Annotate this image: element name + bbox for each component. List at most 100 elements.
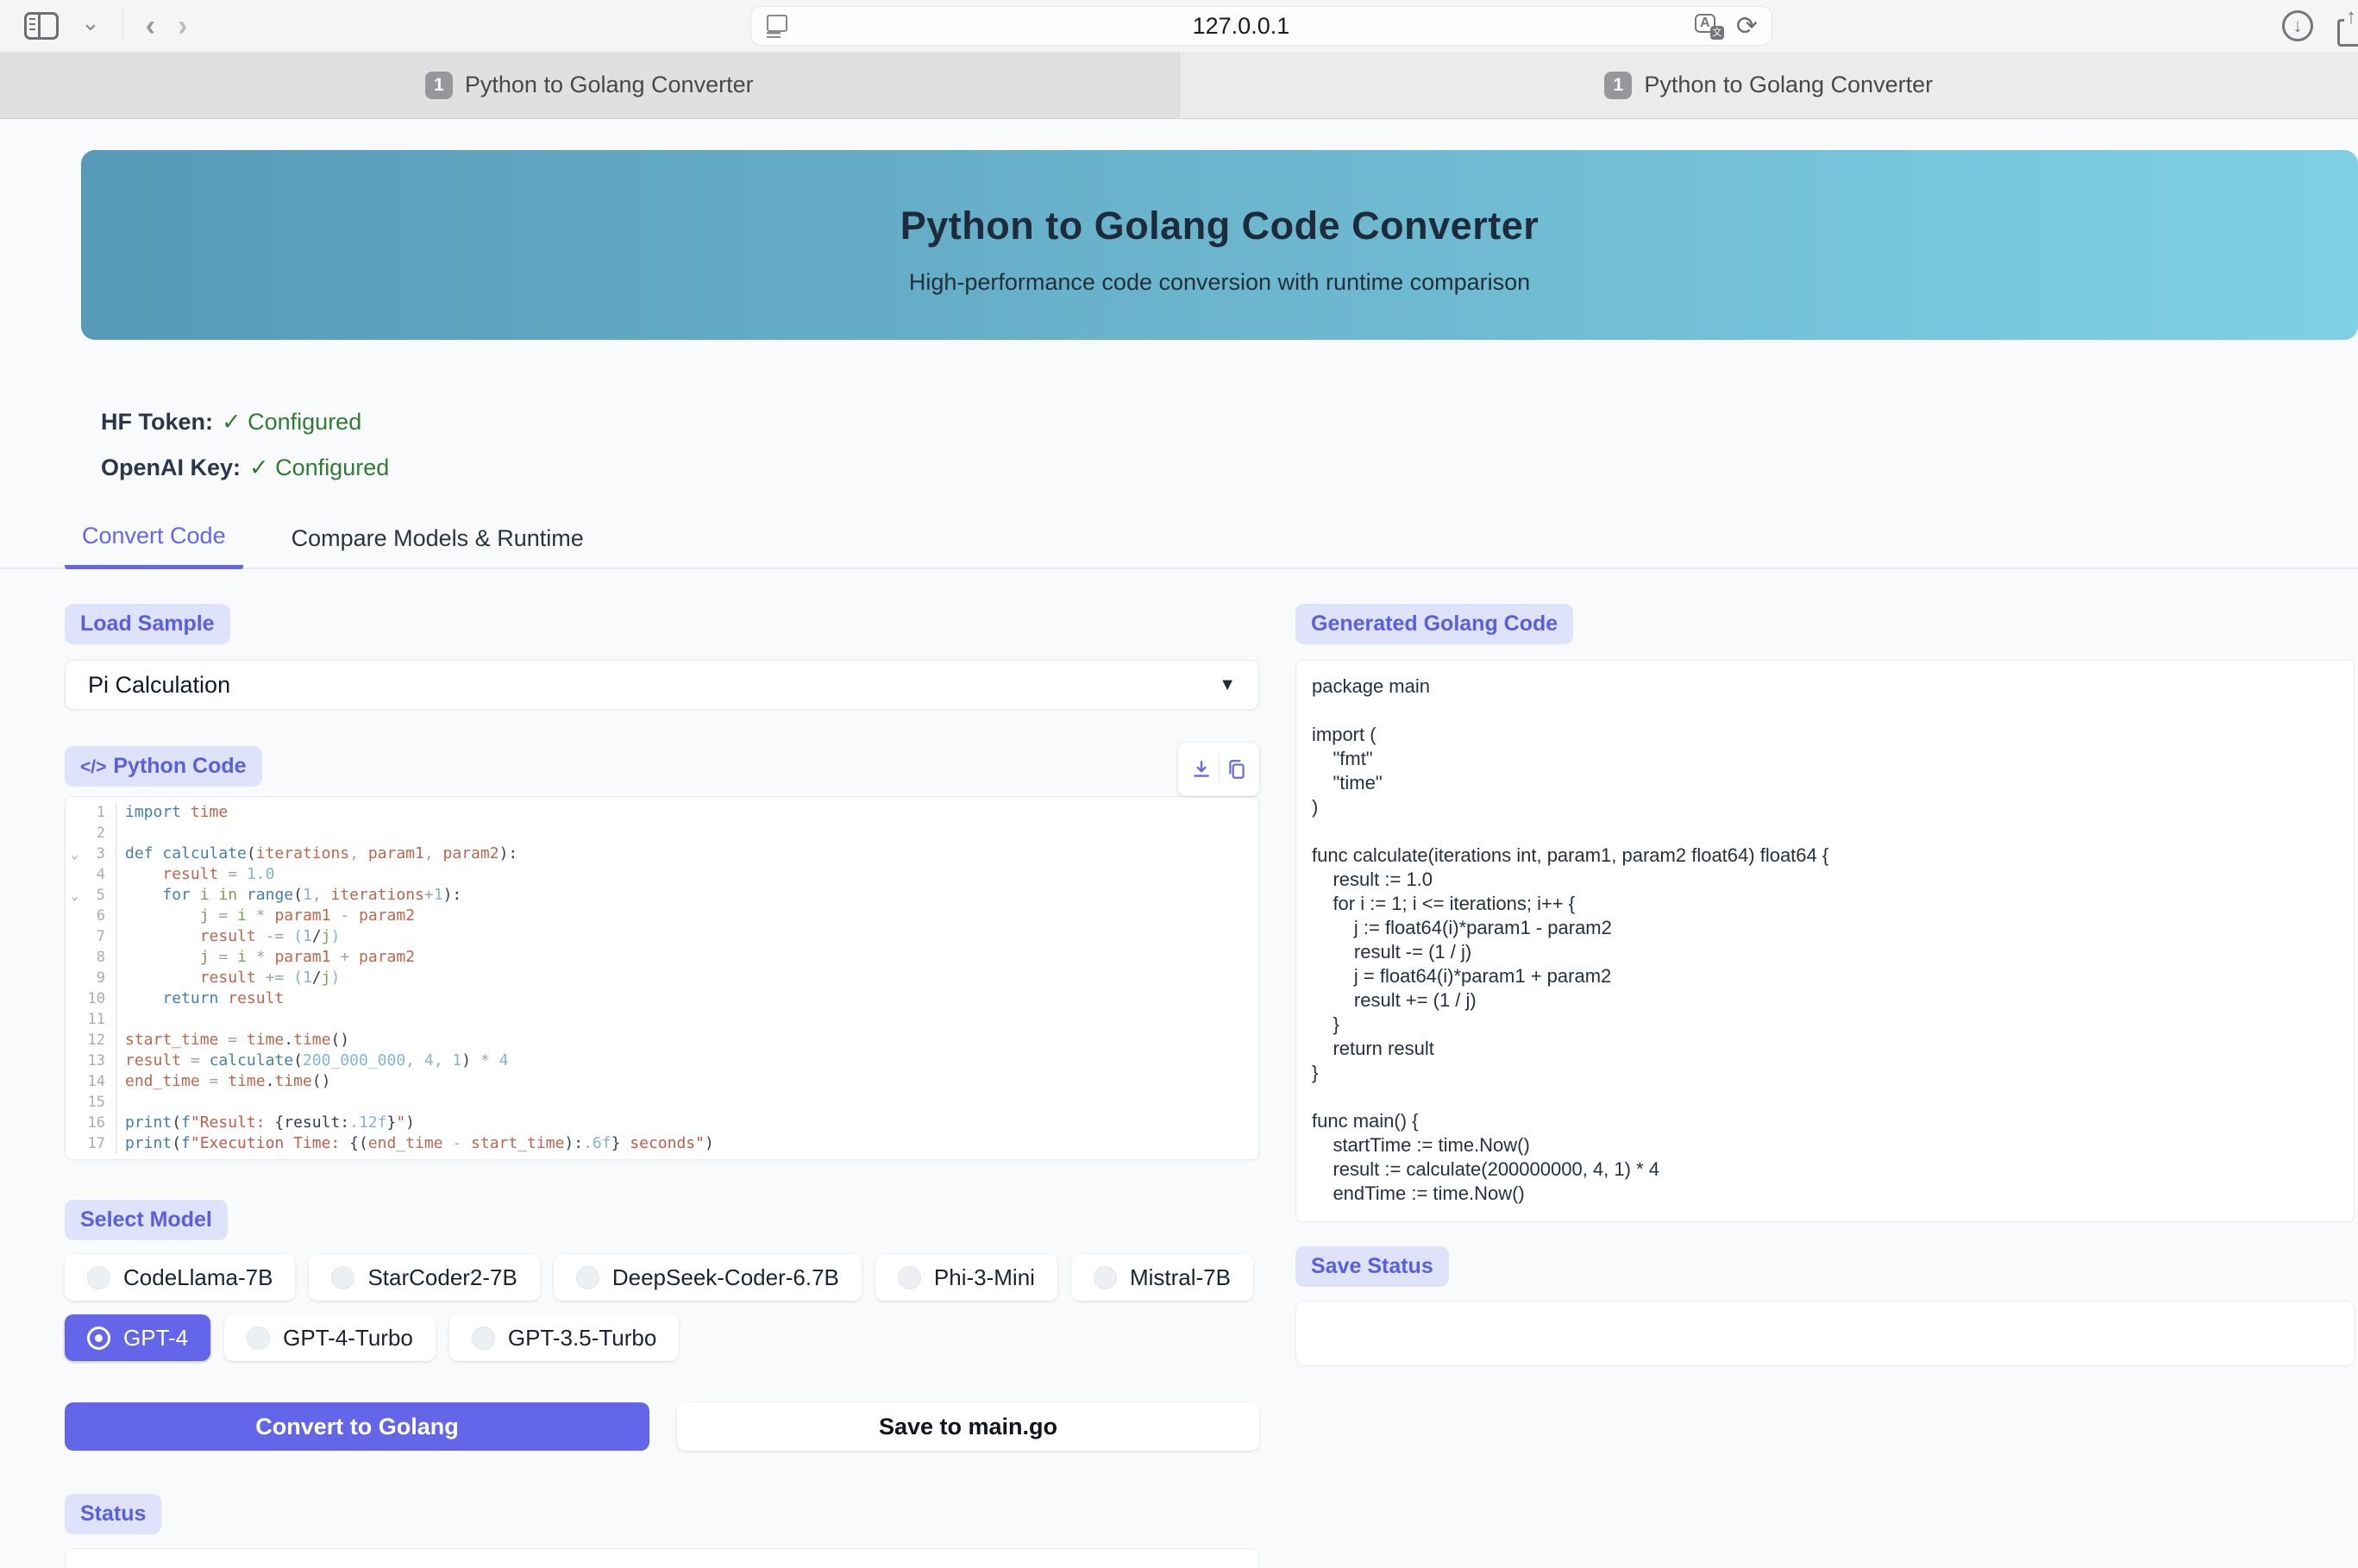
go-code-line: endTime := time.Now() [1312, 1182, 2354, 1206]
code-line[interactable]: 8 j = i * param1 + param2 [66, 947, 1258, 968]
go-code-line: "time" [1312, 771, 2354, 795]
model-option-deepseek-coder-6-7b[interactable]: DeepSeek-Coder-6.7B [554, 1254, 862, 1301]
code-text: end_time = time.time() [117, 1071, 330, 1092]
code-text: print(f"Execution Time: {(end_time - sta… [117, 1133, 714, 1154]
line-number: 10 [66, 988, 117, 1009]
sidebar-toggle-icon[interactable] [24, 12, 59, 40]
model-label: DeepSeek-Coder-6.7B [612, 1264, 839, 1291]
radio-icon [898, 1266, 921, 1289]
code-line[interactable]: 2 [66, 823, 1258, 844]
code-line[interactable]: 12start_time = time.time() [66, 1030, 1258, 1051]
generated-golang-badge: Generated Golang Code [1295, 604, 1573, 644]
url-text[interactable]: 127.0.0.1 [787, 13, 1695, 40]
code-text: result = calculate(200_000_000, 4, 1) * … [117, 1051, 508, 1071]
code-text: def calculate(iterations, param1, param2… [117, 844, 517, 864]
go-code-line: j := float64(i)*param1 - param2 [1312, 916, 2354, 940]
go-code-line: package main [1312, 674, 2354, 699]
code-line[interactable]: 1import time [66, 802, 1258, 823]
reader-view-icon[interactable] [765, 13, 787, 39]
code-line[interactable]: 10 return result [66, 988, 1258, 1009]
code-line[interactable]: 17print(f"Execution Time: {(end_time - s… [66, 1133, 1258, 1154]
tab-convert-code[interactable]: Convert Code [65, 523, 243, 569]
model-option-gpt-4[interactable]: GPT-4 [65, 1314, 210, 1361]
line-number: 12 [66, 1030, 117, 1051]
go-code-line: for i := 1; i <= iterations; i++ { [1312, 892, 2354, 916]
model-option-gpt-3-5-turbo[interactable]: GPT-3.5-Turbo [449, 1314, 679, 1361]
model-option-phi-3-mini[interactable]: Phi-3-Mini [875, 1254, 1057, 1301]
app-header-banner: Python to Golang Code Converter High-per… [81, 150, 2358, 340]
code-line[interactable]: 11 [66, 1009, 1258, 1030]
fold-chevron-icon[interactable]: ⌄ [71, 844, 78, 864]
sample-select[interactable]: Pi Calculation ▼ [65, 660, 1259, 710]
code-line[interactable]: 15 [66, 1092, 1258, 1113]
code-line[interactable]: 14end_time = time.time() [66, 1071, 1258, 1092]
model-options: CodeLlama-7B StarCoder2-7B DeepSeek-Coder-… [65, 1254, 1259, 1361]
python-code-badge: </>Python Code [65, 746, 262, 787]
code-text: return result [117, 988, 284, 1009]
code-line[interactable]: 4 result = 1.0 [66, 864, 1258, 885]
browser-tab[interactable]: 1Python to Golang Converter [1180, 52, 2358, 118]
go-code-line: } [1312, 1013, 2354, 1037]
chevron-down-icon[interactable]: ⌄ [81, 11, 100, 34]
code-line[interactable]: 9 result += (1/j) [66, 968, 1258, 988]
forward-button[interactable]: › [178, 11, 187, 41]
model-label: CodeLlama-7B [123, 1264, 273, 1291]
go-code-line: result -= (1 / j) [1312, 940, 2354, 964]
code-line[interactable]: 16print(f"Result: {result:.12f}") [66, 1113, 1258, 1133]
code-line[interactable]: 7 result -= (1/j) [66, 926, 1258, 947]
tab-count-badge: 1 [425, 72, 453, 99]
go-code-line: startTime := time.Now() [1312, 1133, 2354, 1157]
go-code-line: func main() { [1312, 1109, 2354, 1133]
model-label: GPT-4-Turbo [283, 1325, 413, 1352]
python-code-editor[interactable]: 1import time2⌄3def calculate(iterations,… [65, 796, 1259, 1160]
go-code-line: "fmt" [1312, 747, 2354, 771]
code-text: result -= (1/j) [117, 926, 340, 947]
radio-icon [1094, 1266, 1117, 1289]
convert-button[interactable]: Convert to Golang [65, 1402, 649, 1451]
model-option-codellama-7b[interactable]: CodeLlama-7B [65, 1254, 295, 1301]
code-line[interactable]: 13result = calculate(200_000_000, 4, 1) … [66, 1051, 1258, 1071]
model-option-mistral-7b[interactable]: Mistral-7B [1071, 1254, 1253, 1301]
api-key-status-block: HF Token:✓ ConfiguredOpenAI Key:✓ Config… [101, 409, 2358, 481]
line-number: ⌄3 [66, 844, 117, 864]
go-code-line: result := calculate(200000000, 4, 1) * 4 [1312, 1157, 2354, 1182]
code-text: j = i * param1 + param2 [117, 947, 415, 968]
model-label: GPT-4 [123, 1325, 188, 1352]
key-label: HF Token: [101, 409, 213, 435]
code-line[interactable]: ⌄3def calculate(iterations, param1, para… [66, 844, 1258, 864]
browser-tab[interactable]: 1Python to Golang Converter [0, 52, 1180, 118]
go-code-line: import ( [1312, 723, 2354, 747]
page-subtitle: High-performance code conversion with ru… [81, 269, 2358, 296]
save-button[interactable]: Save to main.go [677, 1402, 1259, 1451]
code-text: result = 1.0 [117, 864, 274, 885]
tab-count-badge: 1 [1604, 72, 1632, 99]
model-option-starcoder2-7b[interactable]: StarCoder2-7B [309, 1254, 539, 1301]
line-number: 8 [66, 947, 117, 968]
download-code-button[interactable] [1184, 752, 1219, 787]
status-message-box: ✓ Converted with GPT-4 (OpenAI) [65, 1548, 1259, 1568]
golang-code-output[interactable]: package mainimport ( "fmt" "time")func c… [1295, 660, 2355, 1222]
reload-icon[interactable]: ⟳ [1736, 11, 1758, 41]
save-status-badge: Save Status [1295, 1246, 1449, 1287]
line-number: 4 [66, 864, 117, 885]
line-number: ⌄5 [66, 885, 117, 906]
code-line[interactable]: ⌄5 for i in range(1, iterations+1): [66, 885, 1258, 906]
tab-compare-models-runtime[interactable]: Compare Models & Runtime [274, 525, 601, 568]
translate-icon[interactable]: A文 [1695, 12, 1724, 40]
line-number: 17 [66, 1133, 117, 1154]
share-icon[interactable] [2337, 9, 2358, 43]
address-bar[interactable]: 127.0.0.1 A文 ⟳ [750, 6, 1772, 46]
model-option-gpt-4-turbo[interactable]: GPT-4-Turbo [224, 1314, 436, 1361]
status-badge: Status [65, 1494, 161, 1534]
back-button[interactable]: ‹ [146, 11, 155, 41]
code-line[interactable]: 6 j = i * param1 - param2 [66, 906, 1258, 926]
key-status: ✓ Configured [222, 409, 361, 435]
radio-icon [87, 1327, 110, 1350]
radio-icon [472, 1327, 495, 1350]
fold-chevron-icon[interactable]: ⌄ [71, 885, 78, 906]
copy-code-button[interactable] [1220, 752, 1254, 787]
go-code-line [1312, 1085, 2354, 1109]
downloads-icon[interactable]: ↓ [2282, 10, 2313, 41]
code-text: start_time = time.time() [117, 1030, 349, 1051]
go-code-line: j = float64(i)*param1 + param2 [1312, 964, 2354, 988]
